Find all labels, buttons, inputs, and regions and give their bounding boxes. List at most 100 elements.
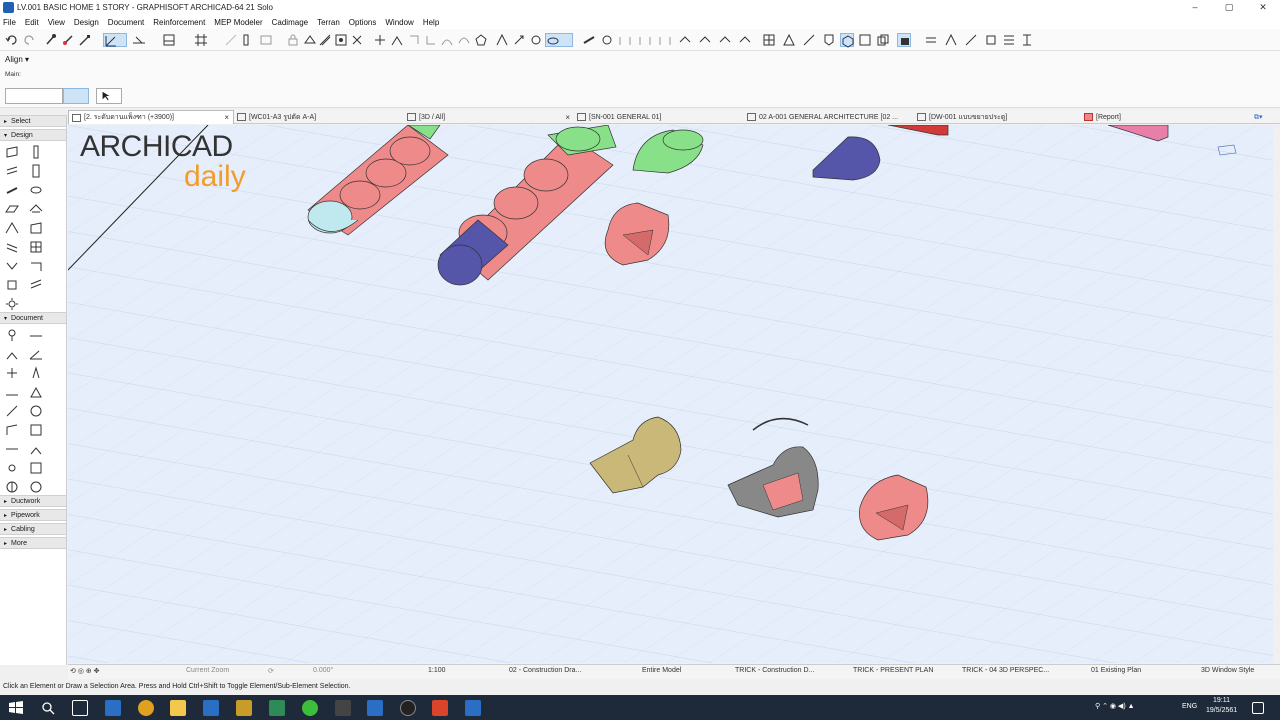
toolbox-section-more[interactable]: ▸ More bbox=[0, 537, 66, 549]
mirror-icon[interactable] bbox=[529, 33, 543, 47]
grid-snap-icon[interactable] bbox=[194, 33, 208, 47]
save-icon[interactable] bbox=[858, 33, 872, 47]
pen-set-dropdown[interactable]: TRICK - Construction D... bbox=[735, 667, 814, 674]
curtain-wall-icon[interactable] bbox=[762, 33, 776, 47]
eyedropper-icon[interactable] bbox=[78, 33, 92, 47]
menu-window[interactable]: Window bbox=[385, 18, 413, 27]
3d-viewport[interactable] bbox=[68, 125, 1273, 663]
menu-terran[interactable]: Terran bbox=[317, 18, 340, 27]
scale-field[interactable]: 1:100 bbox=[428, 667, 446, 674]
presentation-icon[interactable] bbox=[432, 700, 448, 716]
windows-start-icon[interactable] bbox=[8, 700, 24, 716]
rotate-icon[interactable]: ⟳ bbox=[268, 667, 274, 675]
minimize-button[interactable]: – bbox=[1178, 2, 1212, 13]
tab-floor-plan[interactable]: [2. ระดับดานแพ็งฑา (+3900)] × bbox=[68, 110, 234, 124]
menu-options[interactable]: Options bbox=[349, 18, 377, 27]
undo-view-icon[interactable]: ⟲ ◎ ⊕ ✥ bbox=[70, 667, 100, 675]
model-view-options-dropdown[interactable]: TRICK - PRESENT PLAN bbox=[853, 667, 933, 674]
list-icon[interactable] bbox=[1020, 33, 1034, 47]
stair-tool-icon[interactable] bbox=[738, 33, 752, 47]
renovation-filter-dropdown[interactable]: 01 Existing Plan bbox=[1091, 667, 1141, 674]
slab-tool-icon[interactable] bbox=[5, 202, 19, 216]
tab-close-icon[interactable]: × bbox=[565, 113, 570, 122]
fillet-icon[interactable] bbox=[424, 33, 438, 47]
pen-icon[interactable] bbox=[802, 33, 816, 47]
menu-help[interactable]: Help bbox=[423, 18, 439, 27]
curtain-wall-tool-icon[interactable] bbox=[5, 240, 19, 254]
railing-tool-icon[interactable] bbox=[5, 259, 19, 273]
offset-icon[interactable] bbox=[440, 33, 454, 47]
chrome-icon[interactable] bbox=[138, 700, 154, 716]
network-icon[interactable]: ⚲ ⌃ ◉ ◀) ▲ bbox=[1095, 702, 1135, 710]
stair-tool-icon[interactable] bbox=[29, 240, 43, 254]
layers-icon[interactable] bbox=[259, 33, 273, 47]
tab-report[interactable]: [Report] bbox=[1081, 110, 1241, 124]
dimension-icon[interactable] bbox=[944, 33, 958, 47]
menu-design[interactable]: Design bbox=[74, 18, 99, 27]
language-indicator[interactable]: ENG bbox=[1182, 703, 1197, 710]
morph-tool-icon[interactable] bbox=[5, 278, 19, 292]
snap-guides-icon[interactable] bbox=[132, 33, 156, 47]
wall-tool-icon[interactable] bbox=[5, 145, 19, 159]
split-icon[interactable] bbox=[373, 33, 387, 47]
fill-icon[interactable] bbox=[897, 33, 911, 47]
3d-style-dropdown[interactable]: 3D Window Style bbox=[1201, 667, 1254, 674]
angle-dimension-icon[interactable] bbox=[29, 347, 43, 361]
tab-close-icon[interactable]: × bbox=[224, 113, 229, 122]
change-tool-icon[interactable] bbox=[29, 480, 43, 494]
align-label[interactable]: Align ▾ bbox=[5, 55, 29, 64]
menu-cadimage[interactable]: Cadimage bbox=[272, 18, 308, 27]
renovation-filter-icon[interactable] bbox=[303, 33, 317, 47]
shell-tool-icon[interactable] bbox=[5, 221, 19, 235]
lamp-tool-icon[interactable] bbox=[5, 297, 19, 311]
circle-tool-icon[interactable] bbox=[29, 404, 43, 418]
column-tool-icon[interactable] bbox=[600, 33, 614, 47]
tab-sheet-sn001[interactable]: [SN-001 GENERAL 01] bbox=[574, 110, 744, 124]
level-dimension-icon[interactable] bbox=[5, 347, 19, 361]
notification-icon[interactable] bbox=[1252, 702, 1264, 714]
mail-icon[interactable] bbox=[203, 700, 219, 716]
angle-field[interactable]: 0.000° bbox=[313, 667, 333, 674]
zone-tool-icon[interactable] bbox=[782, 33, 796, 47]
marker-icon[interactable] bbox=[984, 33, 998, 47]
window-tool-icon[interactable] bbox=[29, 164, 43, 178]
cross-icon[interactable] bbox=[350, 33, 364, 47]
3d-cube-icon[interactable] bbox=[840, 33, 854, 48]
calculator-icon[interactable] bbox=[335, 700, 351, 716]
text-style-icon[interactable] bbox=[964, 33, 978, 47]
elevation-tool-icon[interactable] bbox=[29, 442, 43, 456]
intersect-icon[interactable] bbox=[407, 33, 421, 47]
object-icon[interactable] bbox=[334, 33, 348, 47]
rotate-view-button[interactable] bbox=[63, 88, 89, 104]
file-explorer-icon[interactable] bbox=[170, 700, 186, 716]
search-icon[interactable] bbox=[40, 700, 56, 716]
toolbox-section-design[interactable]: ▾ Design bbox=[0, 129, 66, 141]
object-tool-icon[interactable] bbox=[29, 183, 43, 197]
column-tool-icon[interactable] bbox=[29, 145, 43, 159]
clock-time[interactable]: 19:11 bbox=[1213, 697, 1230, 704]
dimension-tool-icon[interactable] bbox=[5, 328, 19, 342]
toolbox-section-cabling[interactable]: ▸ Cabling bbox=[0, 523, 66, 535]
wall-tool-icon[interactable] bbox=[582, 33, 596, 47]
selection-method-group[interactable] bbox=[5, 88, 63, 104]
door-tool-icon[interactable] bbox=[5, 183, 19, 197]
line-style-icon[interactable] bbox=[924, 33, 938, 47]
tab-layout-a001[interactable]: 02 A-001 GENERAL ARCHITECTURE [02 ... bbox=[744, 110, 914, 124]
curve-icon[interactable] bbox=[457, 33, 471, 47]
menu-document[interactable]: Document bbox=[108, 18, 144, 27]
beam-tool-icon[interactable] bbox=[5, 164, 19, 178]
maximize-button[interactable]: ▢ bbox=[1212, 2, 1246, 13]
menu-reinforcement[interactable]: Reinforcement bbox=[153, 18, 205, 27]
close-button[interactable]: ✕ bbox=[1246, 2, 1280, 13]
toolbox-section-ductwork[interactable]: ▸ Ductwork bbox=[0, 495, 66, 507]
inject-icon[interactable] bbox=[61, 33, 75, 47]
toolbox-section-pipework[interactable]: ▸ Pipework bbox=[0, 509, 66, 521]
elevation-dimension-icon[interactable] bbox=[5, 366, 19, 380]
interior-elevation-icon[interactable] bbox=[5, 461, 19, 475]
render-style-dropdown[interactable]: TRICK - 04 3D PERSPEC... bbox=[962, 667, 1049, 674]
menu-file[interactable]: File bbox=[3, 18, 16, 27]
gravity-icon[interactable] bbox=[162, 33, 186, 47]
drawing-tool-icon[interactable] bbox=[29, 423, 43, 437]
zone-tool-icon[interactable] bbox=[29, 278, 43, 292]
archicad-taskbar-icon[interactable] bbox=[367, 700, 383, 716]
